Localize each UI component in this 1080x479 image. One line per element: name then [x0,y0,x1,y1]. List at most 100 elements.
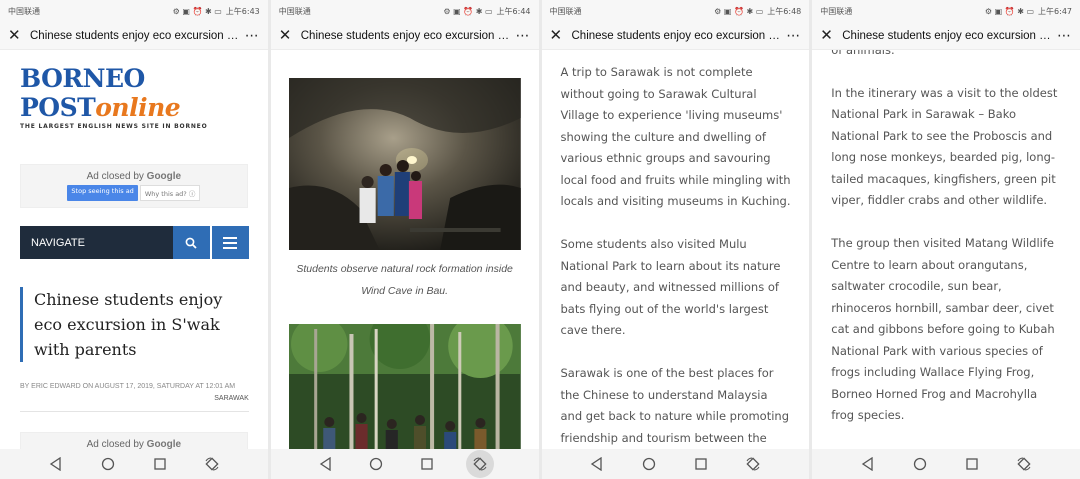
home-button[interactable] [365,453,387,475]
rotate-button[interactable] [201,453,223,475]
rotate-icon [1017,457,1031,471]
app-bar: ✕ Chinese students enjoy eco excursion i… [541,22,810,50]
home-circle-icon [370,457,383,471]
search-button[interactable] [172,226,210,259]
menu-button[interactable] [211,226,249,259]
article-paragraph: A trip to Sarawak is not complete withou… [560,65,791,208]
article-paragraph: The group then visited Matang Wildlife C… [831,236,1055,422]
stop-seeing-ad-button[interactable]: Stop seeing this ad [67,185,138,201]
back-triangle-icon [591,457,603,471]
webpage-content[interactable]: BORNEO POSTonline THE LARGEST ENGLISH NE… [0,50,268,449]
recents-square-icon [695,458,707,470]
status-icons: ⚙ ▣ ⏰ ✱ ▭ [984,6,1035,16]
rotate-icon [205,457,219,471]
search-icon [185,237,197,249]
home-button[interactable] [638,453,660,475]
back-button[interactable] [45,453,67,475]
rotate-button[interactable] [742,453,764,475]
ad-closed-text: Ad closed by Google [86,439,182,449]
back-triangle-icon [319,457,331,471]
forest-photo-image [288,324,521,449]
recents-button[interactable] [149,453,171,475]
recents-button[interactable] [690,453,712,475]
status-bar: 中国联通 ⚙ ▣ ⏰ ✱ ▭ 上午6:47 [812,0,1080,22]
system-nav-bar [541,449,810,479]
article-paragraph: Some students also visited Mulu National… [560,237,781,337]
more-options-icon[interactable]: ⋯ [245,28,260,44]
back-triangle-icon [862,457,873,471]
close-icon[interactable]: ✕ [8,28,26,43]
app-bar: ✕ Chinese students enjoy eco excursion i… [270,22,539,50]
logo-tagline: THE LARGEST ENGLISH NEWS SITE IN BORNEO [20,123,208,130]
headline-text: Chinese students enjoy eco excursion in … [34,290,223,359]
article-body: of animals. In the itinerary was a visit… [812,50,1080,427]
phone-screen-4: 中国联通 ⚙ ▣ ⏰ ✱ ▭ 上午6:47 ✕ Chinese students … [812,0,1080,479]
article-paragraph: In the itinerary was a visit to the olde… [831,85,1058,208]
back-button[interactable] [857,453,879,475]
carrier-label: 中国联通 [8,6,40,16]
system-nav-bar [812,449,1080,479]
back-button[interactable] [315,453,337,475]
ad-slot: Ad closed by Google Stop seeing this ad … [20,164,248,208]
recents-square-icon [154,458,166,470]
byline-text: BY ERIC EDWARD ON AUGUST 17, 2019, SATUR… [20,383,236,390]
system-nav-bar [270,449,539,479]
webpage-content[interactable]: of animals. In the itinerary was a visit… [812,50,1080,449]
cave-photo[interactable] [288,78,521,250]
clock-label: 上午6:44 [496,6,531,16]
logo-online-text: online [95,93,181,122]
ad-closed-text: Ad closed by Google [86,171,182,182]
webpage-content[interactable]: Students observe natural rock formation … [270,50,539,449]
more-options-icon[interactable]: ⋯ [516,28,531,44]
system-nav-bar [0,449,268,479]
home-circle-icon [101,457,115,471]
rotate-button[interactable] [466,450,495,478]
carrier-label: 中国联通 [549,6,582,16]
home-button[interactable] [909,453,931,475]
article-paragraph-clipped: of animals. [831,50,895,57]
home-circle-icon [643,457,656,471]
photo-caption: Students observe natural rock formation … [296,263,513,297]
article-byline: BY ERIC EDWARD ON AUGUST 17, 2019, SATUR… [20,381,249,405]
status-bar: 中国联通 ⚙ ▣ ⏰ ✱ ▭ 上午6:43 [0,0,268,22]
recents-button[interactable] [961,453,983,475]
page-title: Chinese students enjoy eco excursion i..… [571,29,781,42]
article-headline: Chinese students enjoy eco excursion in … [20,287,248,362]
recents-square-icon [421,458,433,470]
clock-label: 上午6:43 [225,6,260,16]
carrier-label: 中国联通 [278,6,311,16]
site-logo[interactable]: BORNEO POSTonline THE LARGEST ENGLISH NE… [20,64,268,130]
back-button[interactable] [586,453,608,475]
status-bar: 中国联通 ⚙ ▣ ⏰ ✱ ▭ 上午6:48 [541,0,810,22]
home-button[interactable] [97,453,119,475]
cave-photo-image [288,78,521,250]
rotate-icon [473,457,487,471]
close-icon[interactable]: ✕ [820,28,838,43]
close-icon[interactable]: ✕ [279,28,297,43]
article-paragraph: Sarawak is one of the best places for th… [560,366,790,445]
why-this-ad-button[interactable]: Why this ad? ⓘ [139,185,201,201]
navigate-bar: NAVIGATE [20,226,249,259]
rotate-button[interactable] [1013,453,1035,475]
status-icons: ⚙ ▣ ⏰ ✱ ▭ [172,6,222,16]
divider [20,411,249,412]
ad-slot-2: Ad closed by Google Stop seeing this ad … [20,432,248,449]
status-icons: ⚙ ▣ ⏰ ✱ ▭ [714,6,764,16]
clock-label: 上午6:48 [767,6,802,16]
more-options-icon[interactable]: ⋯ [1057,28,1072,44]
close-icon[interactable]: ✕ [550,28,568,43]
category-link[interactable]: SARAWAK [20,393,249,405]
status-icons: ⚙ ▣ ⏰ ✱ ▭ [443,6,493,16]
app-bar: ✕ Chinese students enjoy eco excursion i… [812,22,1080,50]
article-body: A trip to Sarawak is not complete withou… [542,50,810,449]
phone-screen-2: 中国联通 ⚙ ▣ ⏰ ✱ ▭ 上午6:44 ✕ Chinese students … [270,0,539,479]
more-options-icon[interactable]: ⋯ [786,28,801,44]
page-title: Chinese students enjoy eco excursion i..… [842,29,1052,42]
navigate-label[interactable]: NAVIGATE [20,226,173,259]
recents-button[interactable] [416,453,438,475]
app-bar: ✕ Chinese students enjoy eco excursion i… [0,22,268,50]
clock-label: 上午6:47 [1038,6,1072,16]
forest-photo[interactable] [288,324,521,449]
phone-screen-1: 中国联通 ⚙ ▣ ⏰ ✱ ▭ 上午6:43 ✕ Chinese students … [0,0,268,479]
webpage-content[interactable]: A trip to Sarawak is not complete withou… [541,50,810,449]
